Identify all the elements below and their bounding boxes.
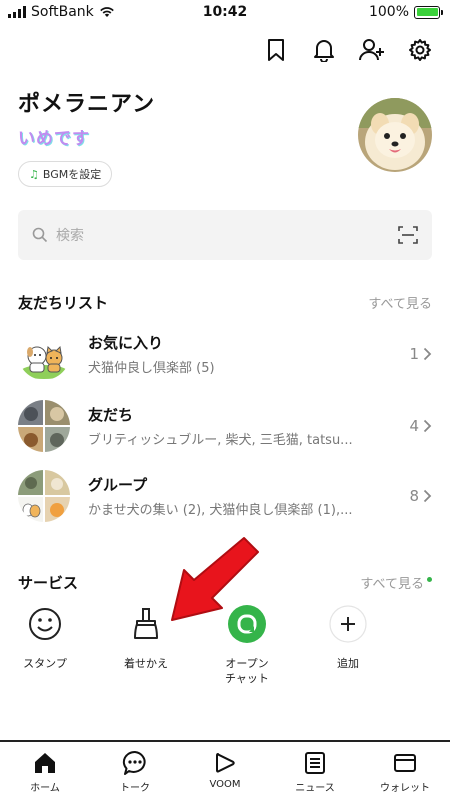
search-icon xyxy=(32,227,48,243)
group-row-friends[interactable]: 友だち ブリティッシュブルー, 柴犬, 三毛猫, tatsu... 4 xyxy=(18,400,432,452)
new-badge-dot xyxy=(427,577,432,582)
services-section-title: サービス xyxy=(18,574,79,592)
friends-thumbnail xyxy=(18,400,70,452)
voom-icon xyxy=(212,750,238,776)
search-bar[interactable]: 検索 xyxy=(18,210,432,260)
nav-voom[interactable]: VOOM xyxy=(180,742,270,800)
group-title: グループ xyxy=(88,476,148,494)
group-subtitle: ブリティッシュブルー, 柴犬, 三毛猫, tatsu... xyxy=(88,433,353,448)
music-note-icon: ♫ xyxy=(29,167,39,181)
group-row-favorites[interactable]: お気に入り 犬猫仲良し倶楽部 (5) 1 xyxy=(18,328,432,380)
avatar[interactable] xyxy=(358,98,432,172)
service-label-line1: オープン xyxy=(225,657,269,670)
nav-news[interactable]: ニュース xyxy=(270,742,360,800)
wallet-icon xyxy=(392,750,418,776)
nav-label: VOOM xyxy=(209,779,241,790)
status-bar-right: 100% xyxy=(368,4,443,20)
group-title: 友だち xyxy=(88,406,134,424)
header-icons xyxy=(262,36,434,64)
news-icon xyxy=(302,750,328,776)
add-friend-icon[interactable] xyxy=(358,36,386,64)
group-count-value: 1 xyxy=(409,345,419,363)
group-subtitle: かませ犬の集い (2), 犬猫仲良し倶楽部 (1),... xyxy=(88,503,353,518)
nav-home[interactable]: ホーム xyxy=(0,742,90,800)
group-row-groups[interactable]: グループ かませ犬の集い (2), 犬猫仲良し倶楽部 (1),... 8 xyxy=(18,470,432,522)
group-count-value: 4 xyxy=(409,417,419,435)
battery-icon xyxy=(414,5,443,19)
home-icon xyxy=(32,750,58,776)
chevron-right-icon xyxy=(423,419,432,433)
group-count: 1 xyxy=(409,345,432,363)
friends-section-title: 友だちリスト xyxy=(18,294,109,312)
nav-wallet[interactable]: ウォレット xyxy=(360,742,450,800)
battery-percent: 100% xyxy=(368,4,409,20)
favorites-thumbnail xyxy=(18,328,70,380)
group-subtitle: 犬猫仲良し倶楽部 (5) xyxy=(88,361,215,376)
bell-icon[interactable] xyxy=(310,36,338,64)
services-see-all-link[interactable]: すべて見る xyxy=(360,573,432,592)
groups-thumbnail xyxy=(18,470,70,522)
smiley-icon xyxy=(25,604,65,644)
chevron-right-icon xyxy=(423,489,432,503)
nav-talk[interactable]: トーク xyxy=(90,742,180,800)
friends-section-header: 友だちリスト すべて見る xyxy=(18,292,432,313)
chevron-right-icon xyxy=(423,347,432,361)
service-label: 着せかえ xyxy=(124,657,168,670)
plus-icon xyxy=(328,604,368,644)
group-title: お気に入り xyxy=(88,334,164,352)
nav-label: ウォレット xyxy=(380,783,430,794)
scan-icon[interactable] xyxy=(398,226,418,244)
bookmark-icon[interactable] xyxy=(262,36,290,64)
group-count-value: 8 xyxy=(409,487,419,505)
bottom-nav: ホーム トーク VOOM ニュース ウォレット xyxy=(0,742,450,800)
bgm-label: BGMを設定 xyxy=(42,168,102,181)
status-bar: SoftBank 10:42 100% xyxy=(0,0,450,26)
nav-label: ニュース xyxy=(295,783,335,794)
group-count: 4 xyxy=(409,417,432,435)
nav-label: トーク xyxy=(120,783,150,794)
red-arrow-annotation xyxy=(171,537,259,621)
nav-label: ホーム xyxy=(30,783,60,794)
service-label: スタンプ xyxy=(23,657,67,670)
bgm-button[interactable]: ♫ BGMを設定 xyxy=(18,161,113,187)
chat-icon xyxy=(122,750,148,776)
services-see-all-label: すべて見る xyxy=(360,577,424,592)
service-label: 追加 xyxy=(337,657,359,670)
friends-see-all-link[interactable]: すべて見る xyxy=(368,293,432,312)
profile-section: ポメラニアン いめです ♫ BGMを設定 xyxy=(18,86,432,187)
search-placeholder: 検索 xyxy=(56,228,84,244)
service-add[interactable]: 追加 xyxy=(298,604,398,671)
group-count: 8 xyxy=(409,487,432,505)
service-label-line2: チャット xyxy=(225,672,269,685)
gear-icon[interactable] xyxy=(406,36,434,64)
service-label: オープン チャット xyxy=(197,656,297,686)
service-stamp[interactable]: スタンプ xyxy=(0,604,95,671)
